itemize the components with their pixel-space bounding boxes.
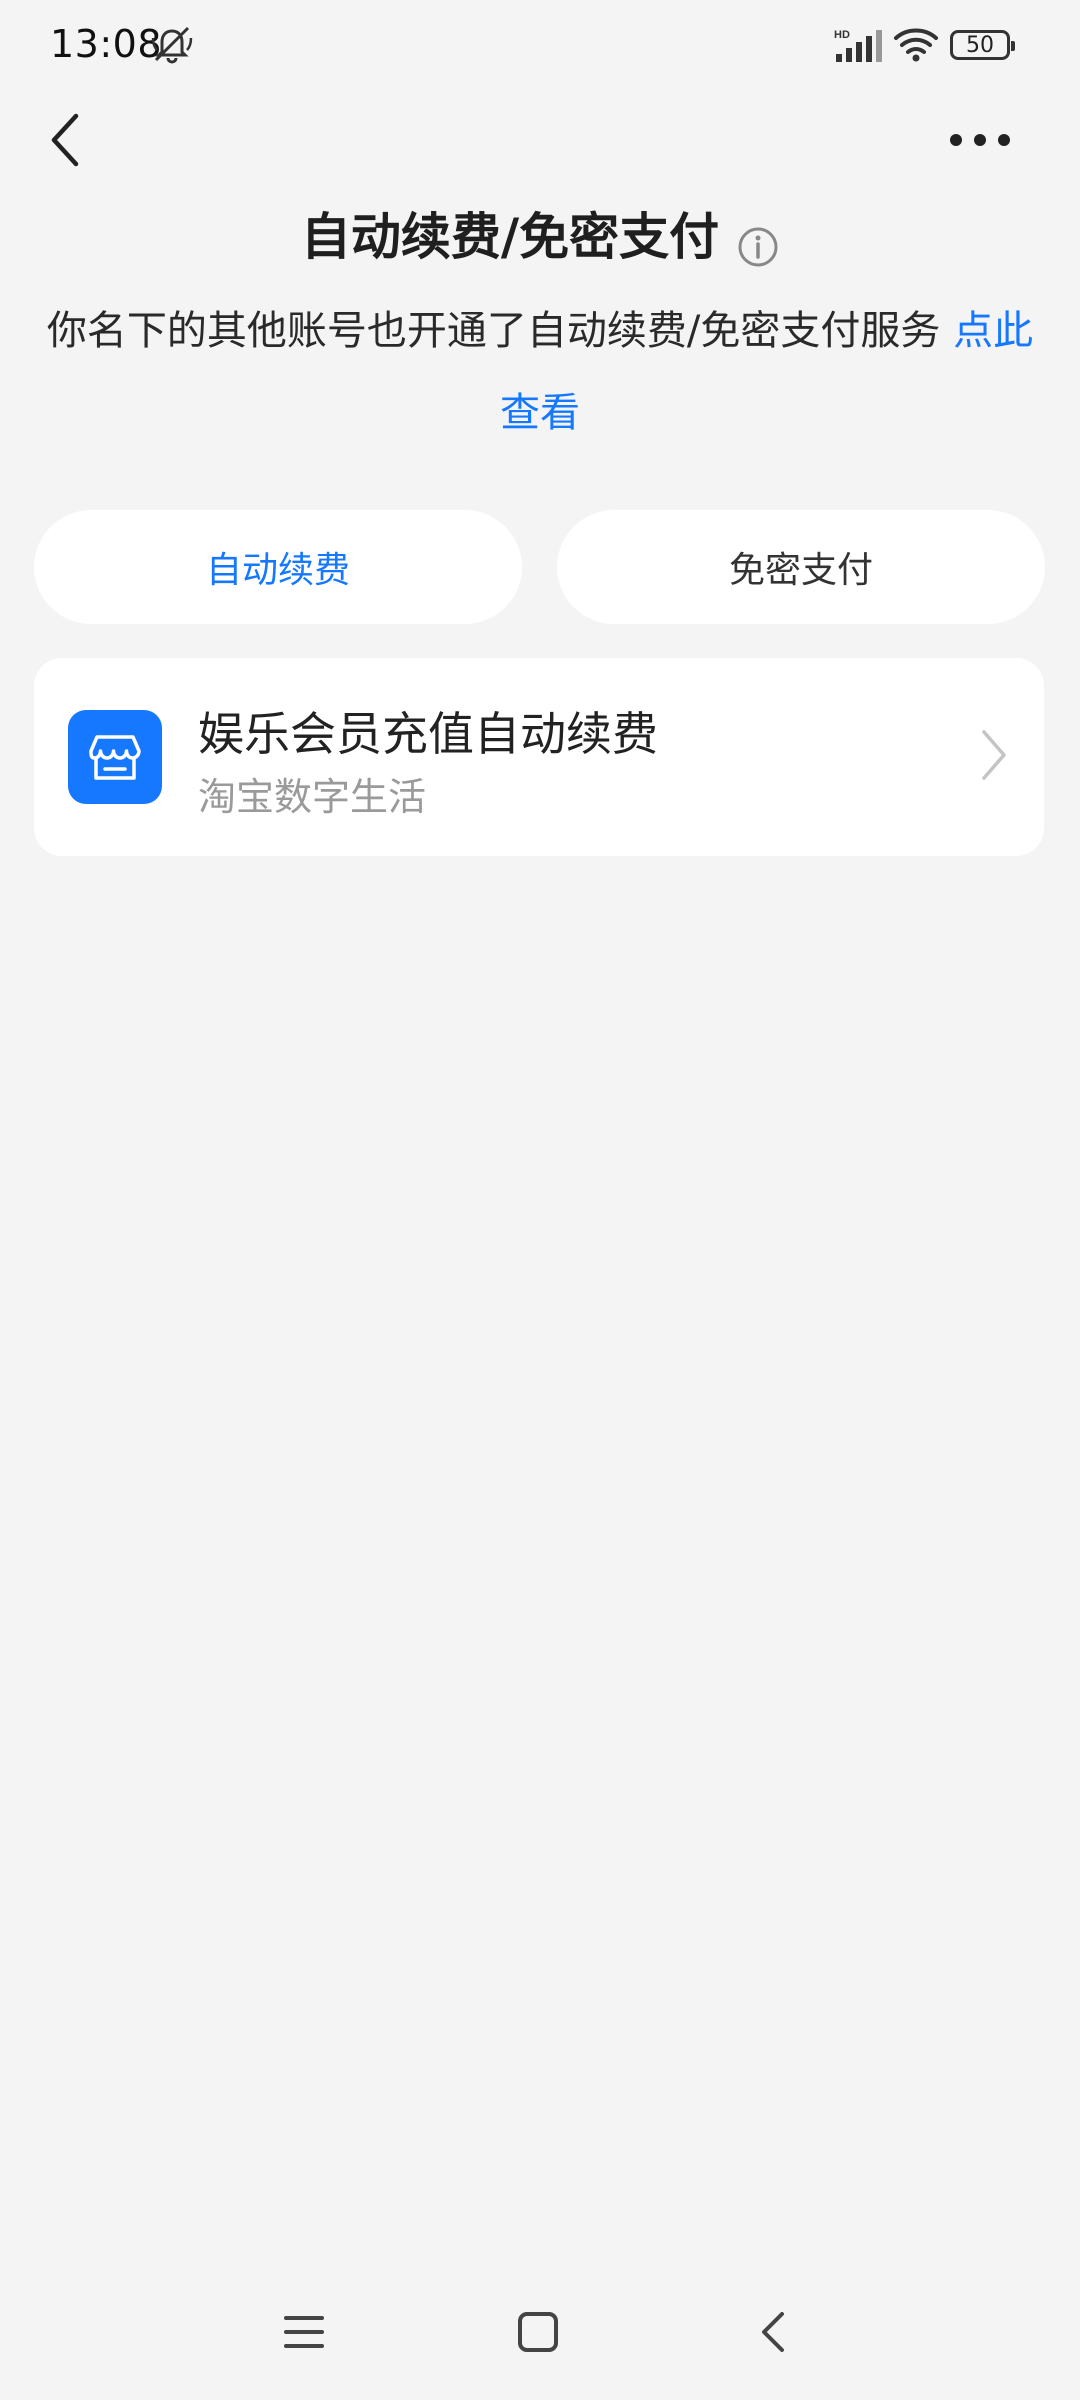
- service-card[interactable]: 娱乐会员充值自动续费 淘宝数字生活: [34, 658, 1044, 856]
- notice-text: 你名下的其他账号也开通了自动续费/免密支付服务: [46, 308, 954, 354]
- battery-level: 50: [966, 32, 994, 58]
- svg-text:HD: HD: [834, 29, 850, 41]
- info-icon[interactable]: [737, 216, 779, 267]
- status-bar: 13:08 HD 50: [0, 0, 1080, 90]
- back-button[interactable]: [36, 105, 96, 175]
- tab-password-free-pay-label: 免密支付: [728, 550, 873, 591]
- more-button[interactable]: [940, 115, 1020, 165]
- page-title: 自动续费/免密支付: [300, 208, 720, 266]
- chevron-left-icon: [51, 113, 79, 167]
- more-dots-icon: [950, 134, 1010, 146]
- system-nav-bar: [0, 2290, 1080, 2380]
- store-icon: [68, 710, 162, 804]
- home-icon[interactable]: [516, 2310, 560, 2358]
- mute-icon: [150, 24, 194, 68]
- wifi-icon: [893, 26, 939, 68]
- status-time: 13:08: [50, 22, 163, 66]
- service-subtitle: 淘宝数字生活: [198, 775, 427, 819]
- tab-auto-renew-label: 自动续费: [205, 550, 350, 591]
- tab-password-free-pay[interactable]: 免密支付: [557, 510, 1045, 624]
- menu-icon[interactable]: [282, 2312, 326, 2356]
- notice: 你名下的其他账号也开通了自动续费/免密支付服务 点此查看: [28, 290, 1052, 454]
- signal-icon: HD: [832, 26, 884, 70]
- system-back-icon[interactable]: [756, 2310, 792, 2358]
- chevron-right-icon: [978, 728, 1008, 786]
- page-title-row: 自动续费/免密支付: [0, 202, 1080, 272]
- tab-auto-renew[interactable]: 自动续费: [34, 510, 522, 624]
- battery-icon: 50: [950, 30, 1015, 60]
- service-title: 娱乐会员充值自动续费: [198, 707, 658, 761]
